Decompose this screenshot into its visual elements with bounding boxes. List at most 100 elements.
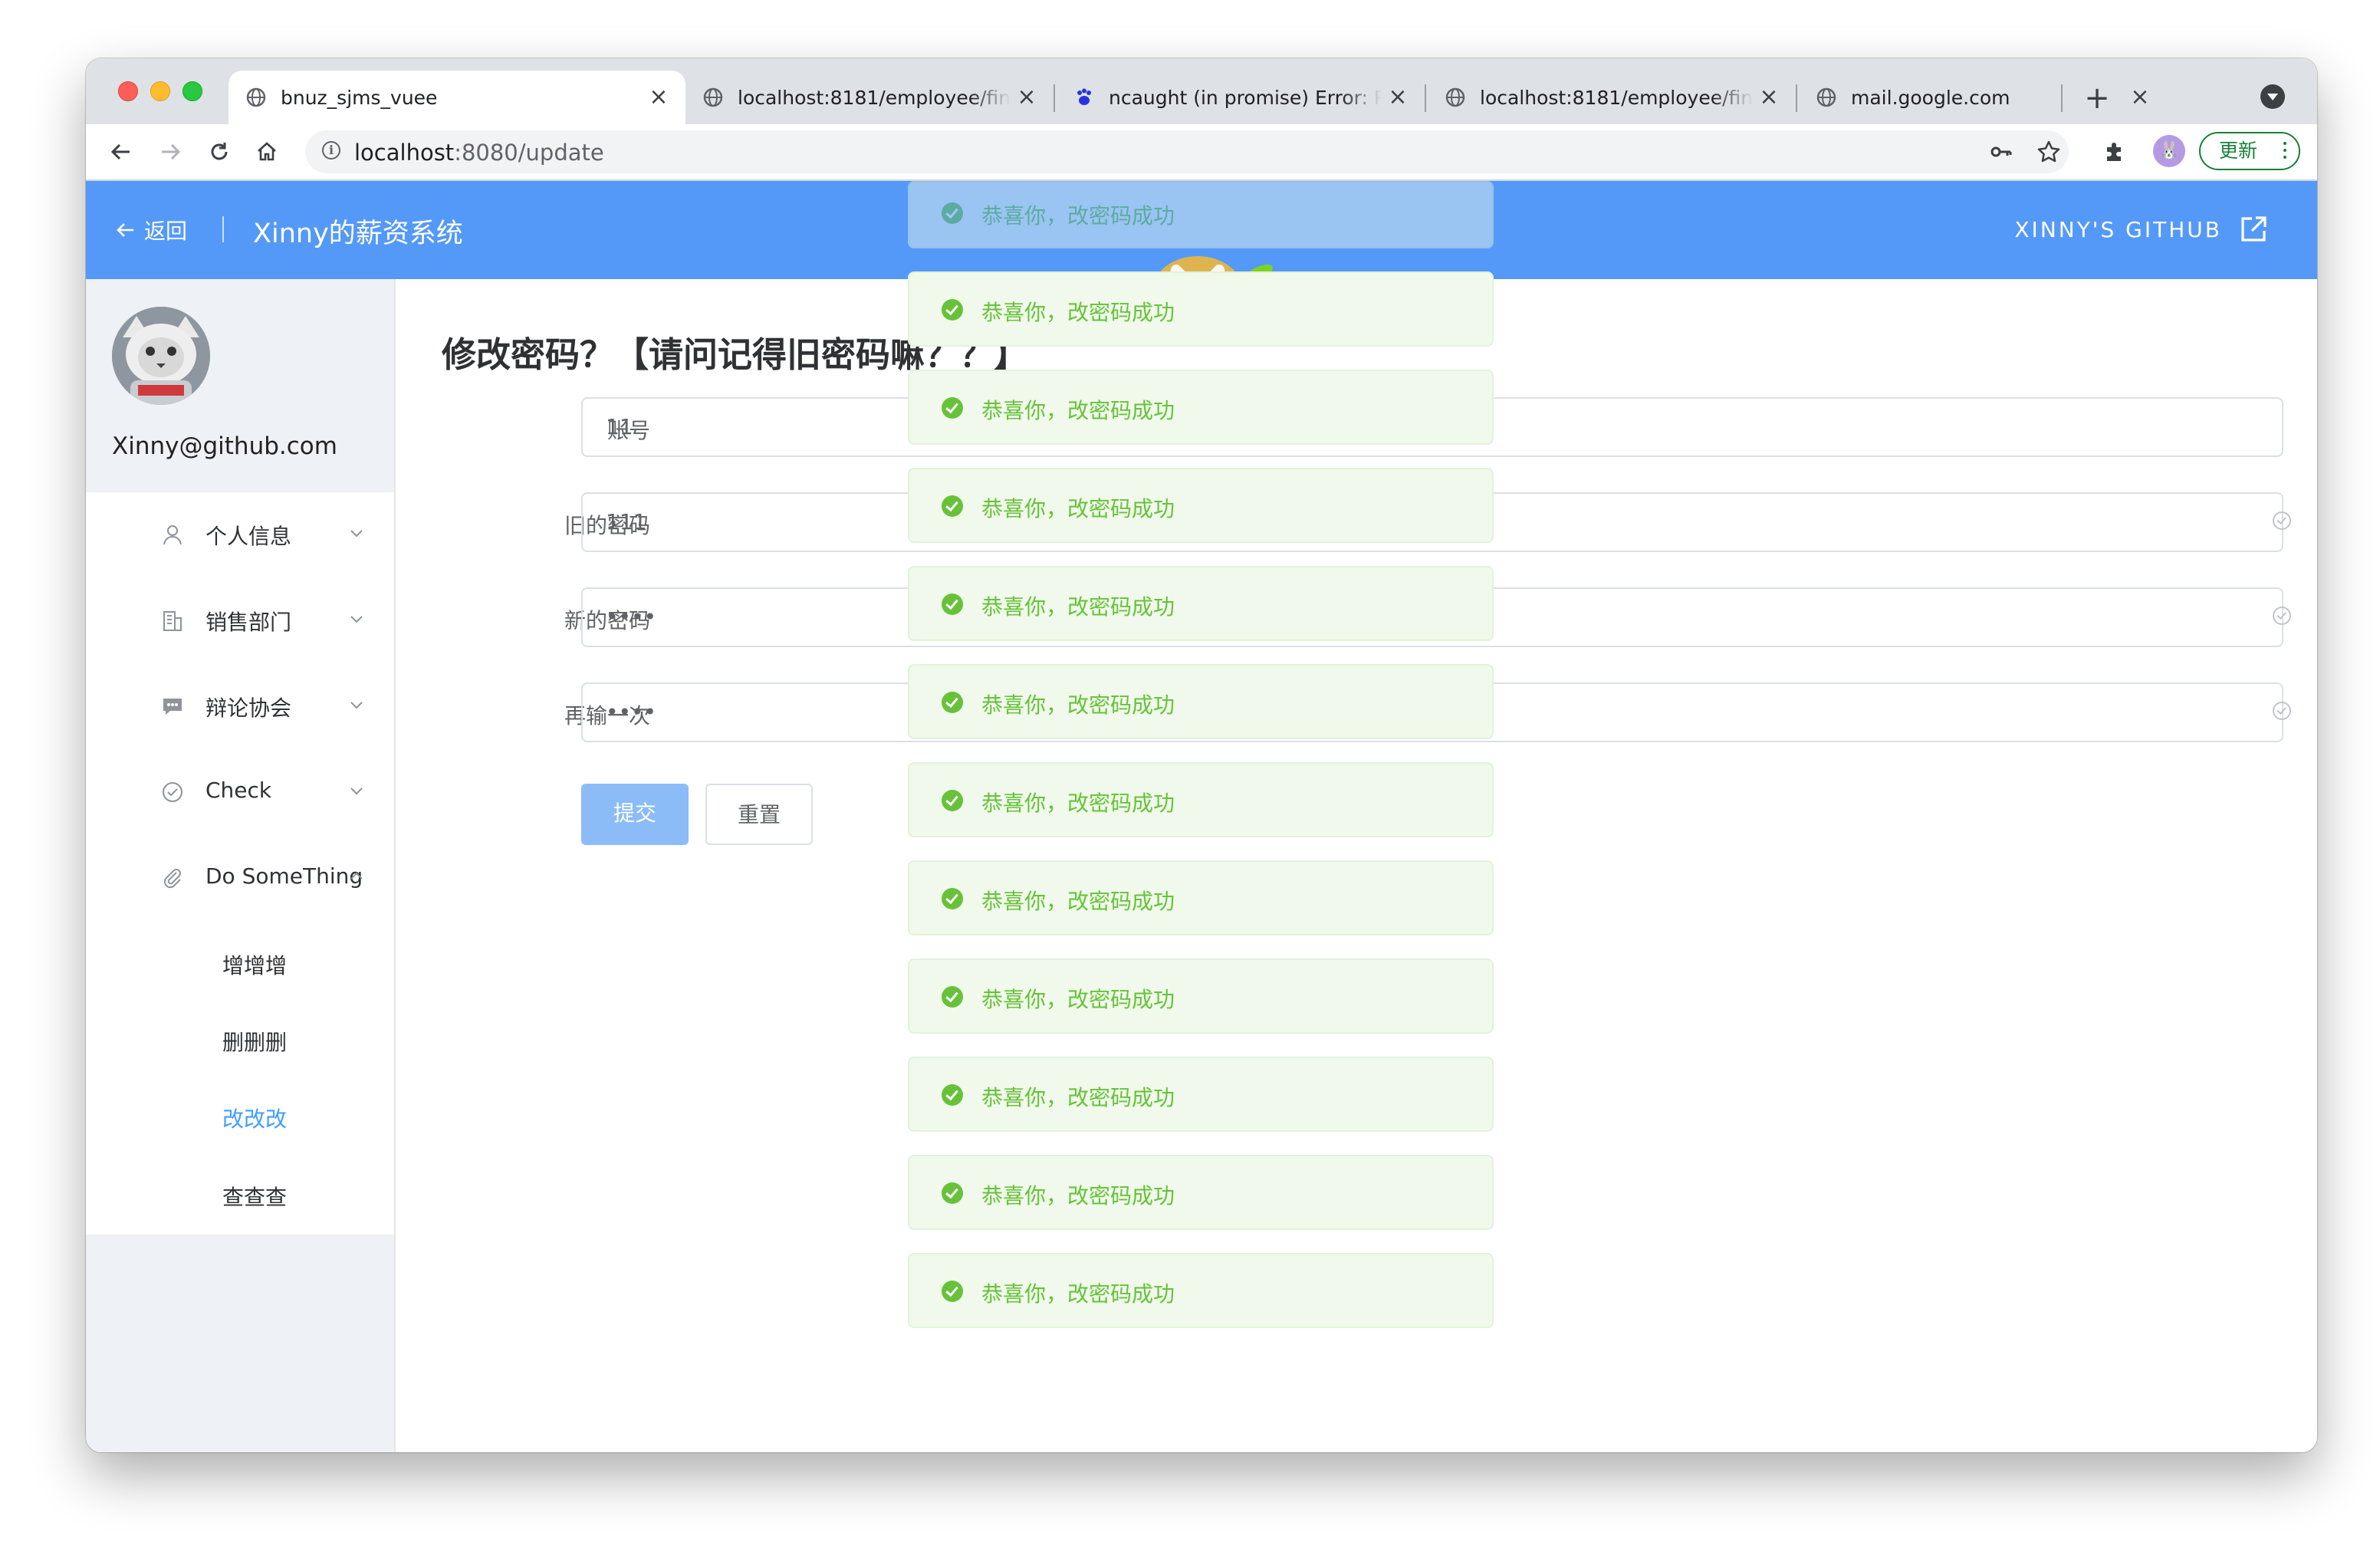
minimize-window-button[interactable] — [150, 81, 170, 101]
sidebar-item-debate[interactable]: 辩论协会 — [86, 664, 394, 750]
sidebar-item-sales[interactable]: 销售部门 — [86, 578, 394, 664]
github-label: XINNY'S GITHUB — [2014, 216, 2222, 242]
app-page: 返回 Xinny的薪资系统 XINNY'S GITHUB Xinny@githu… — [86, 181, 2317, 1452]
new-tab-icon[interactable]: + — [2076, 78, 2118, 120]
success-check-icon — [942, 888, 963, 909]
success-toast: 恭喜你，改密码成功 — [908, 1057, 1494, 1132]
valid-check-icon — [2273, 511, 2291, 530]
success-check-icon — [942, 299, 963, 321]
sidebar-item-label: 销售部门 — [205, 610, 292, 635]
back-label: 返回 — [144, 219, 188, 244]
back-button[interactable]: 返回 — [113, 215, 187, 245]
external-link-icon — [2241, 216, 2267, 242]
back-arrow-icon[interactable] — [101, 132, 141, 172]
submit-button[interactable]: 提交 — [581, 784, 689, 845]
browser-tab[interactable]: bnuz_sjms_vuee × — [228, 71, 685, 124]
browser-toolbar: i localhost:8080/update 🐰 更新 — [86, 124, 2317, 181]
sidebar-item-do-something[interactable]: Do SomeThing — [86, 836, 394, 922]
toast-message: 恭喜你，改密码成功 — [981, 300, 1175, 325]
browser-window: bnuz_sjms_vuee × localhost:8181/employee… — [86, 58, 2317, 1452]
avatar[interactable] — [112, 307, 210, 405]
success-check-icon — [942, 495, 963, 517]
zoom-window-button[interactable] — [182, 81, 202, 101]
sidebar-item-check[interactable]: Check — [86, 750, 394, 836]
reload-icon[interactable] — [199, 132, 239, 172]
forward-arrow-icon[interactable] — [150, 132, 190, 172]
user-profile: Xinny@github.com — [86, 279, 394, 492]
globe-icon — [1445, 87, 1466, 108]
sidebar-item-personal-info[interactable]: 个人信息 — [86, 492, 394, 578]
success-toast: 恭喜你，改密码成功 — [908, 860, 1494, 935]
chevron-down-icon — [350, 788, 363, 795]
circle-check-icon — [159, 779, 186, 805]
toast-message: 恭喜你，改密码成功 — [981, 398, 1175, 423]
close-icon[interactable]: × — [2130, 86, 2150, 109]
submenu-item-delete[interactable]: 删删删 — [222, 1026, 287, 1057]
success-toast: 恭喜你，改密码成功 — [908, 1155, 1494, 1230]
browser-tab[interactable]: localhost:8181/employee/findAll × — [1428, 71, 1796, 124]
submenu-item-add[interactable]: 增增增 — [222, 949, 287, 980]
success-toast: 恭喜你，改密码成功 — [908, 664, 1494, 739]
browser-tab[interactable]: localhost:8181/employee/findByPage × — [685, 71, 1054, 124]
close-window-button[interactable] — [118, 81, 138, 101]
toast-message: 恭喜你，改密码成功 — [981, 1183, 1175, 1208]
success-toast: 恭喜你，改密码成功 — [908, 271, 1494, 347]
tab-search-icon[interactable] — [2260, 84, 2285, 109]
success-toast: 恭喜你，改密码成功 — [908, 958, 1494, 1034]
tab-divider — [2061, 84, 2063, 112]
browser-tab[interactable]: ncaught (in promise) Error: Request × — [1057, 71, 1425, 124]
valid-check-icon — [2273, 607, 2291, 625]
tab-divider — [1796, 84, 1797, 112]
tab-divider — [1425, 84, 1426, 112]
submenu-item-query[interactable]: 查查查 — [222, 1181, 287, 1212]
success-toast: 恭喜你，改密码成功 — [908, 370, 1494, 445]
globe-icon — [702, 87, 724, 108]
submenu-item-update[interactable]: 改改改 — [222, 1103, 287, 1133]
site-info-icon[interactable]: i — [322, 141, 340, 159]
tab-title: localhost:8181/employee/findAll — [1480, 86, 1753, 109]
success-check-icon — [942, 986, 963, 1008]
toast-message: 恭喜你，改密码成功 — [981, 692, 1175, 718]
reset-button[interactable]: 重置 — [705, 784, 813, 845]
sidebar-item-label: Do SomeThing — [205, 863, 363, 889]
globe-icon — [245, 87, 267, 108]
valid-check-icon — [2273, 702, 2291, 720]
home-icon[interactable] — [247, 132, 287, 172]
sidebar-item-label: 个人信息 — [205, 524, 292, 549]
success-check-icon — [942, 1084, 963, 1106]
bookmark-star-icon[interactable] — [2032, 135, 2066, 169]
update-button[interactable]: 更新 — [2199, 132, 2300, 170]
success-check-icon — [942, 594, 963, 615]
github-link[interactable]: XINNY'S GITHUB — [2014, 215, 2268, 244]
extensions-puzzle-icon[interactable] — [2098, 135, 2132, 169]
success-check-icon — [942, 1281, 963, 1302]
sidebar-menu: 个人信息 销售部门 辩论协会 Check Do SomeThing 增增增 删删… — [86, 492, 394, 1235]
user-email: Xinny@github.com — [112, 432, 337, 460]
success-check-icon — [942, 1182, 963, 1204]
success-toast: 恭喜你，改密码成功 — [908, 566, 1494, 641]
sidebar-item-label: Check — [205, 778, 272, 803]
tab-title: ncaught (in promise) Error: Request — [1109, 86, 1382, 109]
office-building-icon — [159, 607, 186, 633]
chevron-down-icon — [350, 616, 363, 623]
tab-title: localhost:8181/employee/findByPage — [738, 86, 1011, 109]
success-check-icon — [942, 790, 963, 811]
toast-message: 恭喜你，改密码成功 — [981, 889, 1175, 914]
chevron-down-icon — [350, 530, 363, 538]
close-icon[interactable]: × — [1017, 86, 1037, 109]
close-icon[interactable]: × — [1388, 86, 1408, 109]
toast-message: 恭喜你，改密码成功 — [981, 1085, 1175, 1110]
close-icon[interactable]: × — [649, 86, 669, 109]
success-toast: 恭喜你，改密码成功 — [908, 762, 1494, 837]
key-icon[interactable] — [1984, 135, 2018, 169]
chevron-up-icon — [350, 872, 363, 880]
toast-message: 恭喜你，改密码成功 — [981, 594, 1175, 620]
tab-title: bnuz_sjms_vuee — [281, 86, 438, 109]
close-icon[interactable]: × — [1759, 86, 1779, 109]
user-icon — [159, 521, 186, 547]
profile-avatar-icon[interactable]: 🐰 — [2153, 135, 2185, 167]
more-menu-icon[interactable] — [2283, 142, 2286, 145]
paw-icon — [1073, 87, 1095, 108]
toast-message: 恭喜你，改密码成功 — [981, 203, 1175, 229]
address-bar[interactable]: i localhost:8080/update — [305, 130, 2069, 173]
